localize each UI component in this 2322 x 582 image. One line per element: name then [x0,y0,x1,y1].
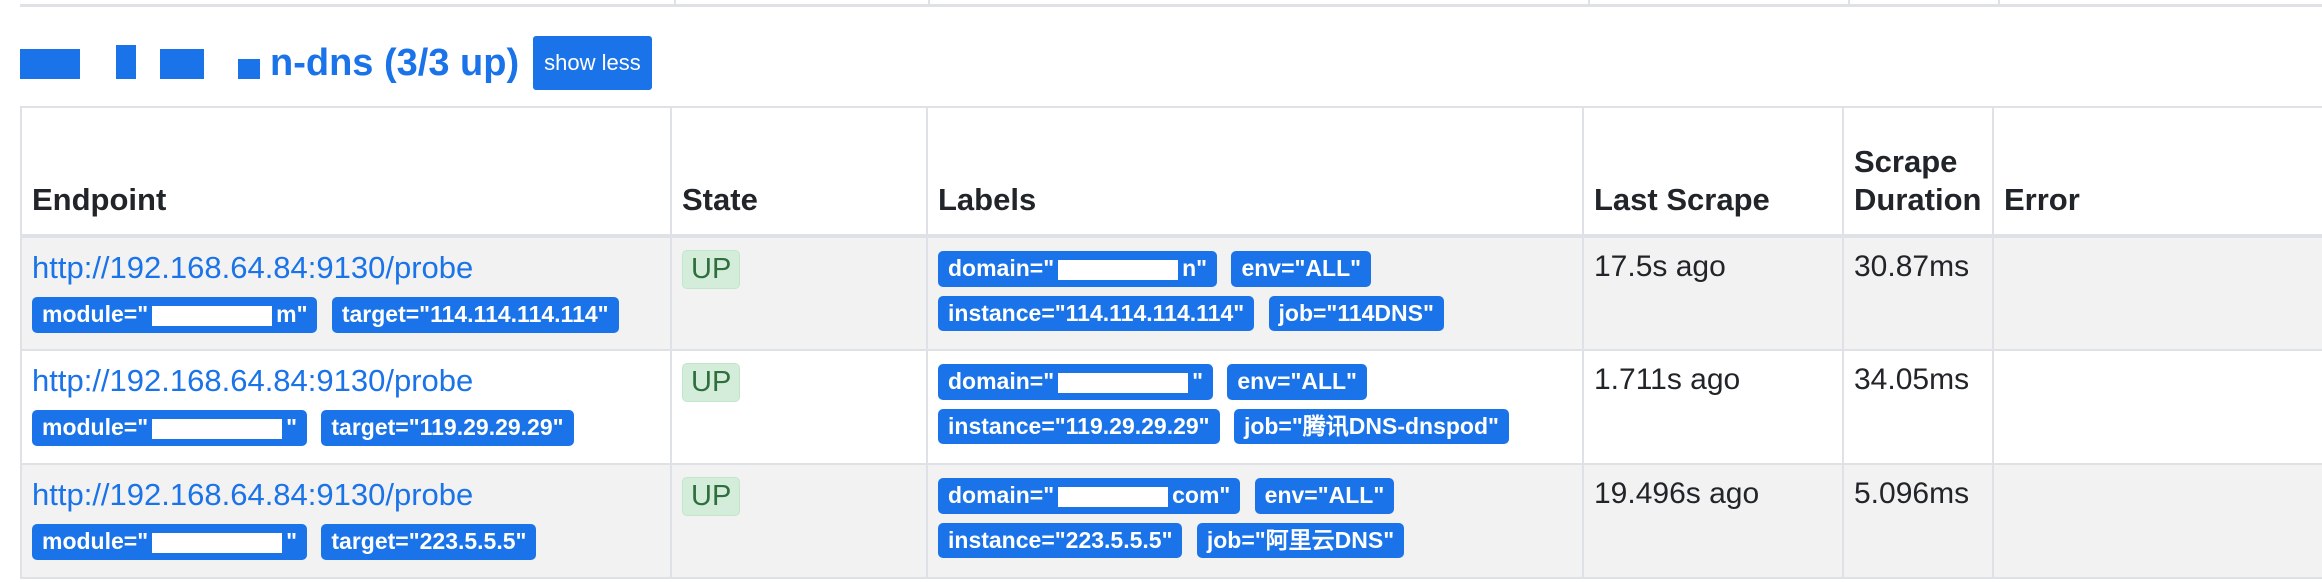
scrape-pool-header: n-dns (3/3 up) show less [20,34,652,92]
column-header-labels: Labels [926,106,1584,238]
domain-label-badge: domain=" " [938,364,1214,400]
domain-label-badge: domain=" com" [938,478,1241,514]
column-divider [674,0,676,4]
table-row: http://192.168.64.84:9130/probe module="… [20,349,2322,465]
error-cell [1992,463,2322,579]
error-cell [1992,349,2322,465]
column-divider [928,0,930,4]
error-cell [1992,235,2322,351]
endpoint-link[interactable]: http://192.168.64.84:9130/probe [32,250,660,286]
column-header-error: Error [1992,106,2322,238]
table-row: http://192.168.64.84:9130/probe module="… [20,463,2322,579]
endpoint-link[interactable]: http://192.168.64.84:9130/probe [32,477,660,513]
state-up-badge: UP [682,363,741,402]
domain-label-badge: domain=" n" [938,251,1218,287]
column-header-last-scrape: Last Scrape [1582,106,1844,238]
env-label-badge: env="ALL" [1227,364,1367,400]
column-divider [1998,0,2000,4]
labels-cell: domain=" " env="ALL" instance="119.29.29.… [926,349,1584,465]
state-cell: UP [670,349,928,465]
scrape-duration-cell: 5.096ms [1842,463,1994,579]
state-cell: UP [670,235,928,351]
endpoint-link[interactable]: http://192.168.64.84:9130/probe [32,363,660,399]
column-header-scrape-duration: Scrape Duration [1842,106,1994,238]
column-header-state: State [670,106,928,238]
env-label-badge: env="ALL" [1231,251,1372,287]
module-label-badge: module=" " [32,410,308,446]
endpoint-cell: http://192.168.64.84:9130/probe module="… [20,463,672,579]
scrape-pool-title[interactable]: n-dns (3/3 up) [20,42,519,85]
targets-table: Endpoint State Labels Last Scrape Scrape… [20,106,2322,579]
labels-cell: domain=" com" env="ALL" instance="223.5.5… [926,463,1584,579]
state-up-badge: UP [682,477,741,516]
endpoint-cell: http://192.168.64.84:9130/probe module="… [20,349,672,465]
column-divider [1848,0,1850,4]
module-label-badge: module=" m" [32,297,318,333]
previous-table-bottom-border [20,0,2322,7]
scrape-duration-cell: 30.87ms [1842,235,1994,351]
target-label-badge: target="119.29.29.29" [321,410,574,446]
scrape-pool-title-text: n-dns (3/3 up) [270,41,520,84]
redacted-region [20,43,270,83]
show-less-button[interactable]: show less [533,36,652,90]
last-scrape-cell: 1.711s ago [1582,349,1844,465]
job-label-badge: job="114DNS" [1268,295,1444,332]
instance-label-badge: instance="223.5.5.5" [938,522,1183,559]
instance-label-badge: instance="119.29.29.29" [938,408,1220,445]
state-up-badge: UP [682,250,741,289]
job-label-badge: job="阿里云DNS" [1196,522,1405,559]
last-scrape-cell: 19.496s ago [1582,463,1844,579]
endpoint-cell: http://192.168.64.84:9130/probe module="… [20,235,672,351]
scrape-duration-cell: 34.05ms [1842,349,1994,465]
target-label-badge: target="223.5.5.5" [321,524,537,560]
column-divider [1588,0,1590,4]
module-label-badge: module=" " [32,524,308,560]
table-row: http://192.168.64.84:9130/probe module="… [20,235,2322,351]
job-label-badge: job="腾讯DNS-dnspod" [1233,408,1509,445]
target-label-badge: target="114.114.114.114" [331,297,619,333]
env-label-badge: env="ALL" [1254,478,1395,514]
last-scrape-cell: 17.5s ago [1582,235,1844,351]
table-header-row: Endpoint State Labels Last Scrape Scrape… [20,106,2322,238]
instance-label-badge: instance="114.114.114.114" [938,295,1255,332]
labels-cell: domain=" n" env="ALL" instance="114.114.1… [926,235,1584,351]
state-cell: UP [670,463,928,579]
column-header-endpoint: Endpoint [20,106,672,238]
